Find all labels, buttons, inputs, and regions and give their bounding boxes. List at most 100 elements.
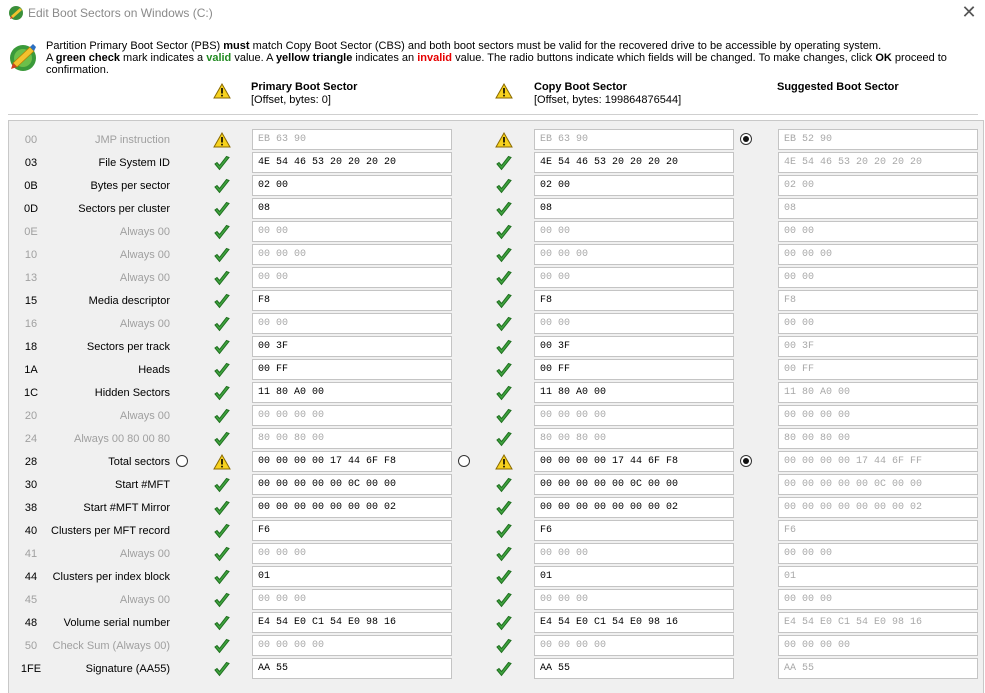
copy-value-field[interactable]: 00 00 00 00 [534, 405, 734, 426]
copy-value-field[interactable]: 00 00 00 00 17 44 6F F8 [534, 451, 734, 472]
primary-value-field[interactable]: 00 00 00 00 [252, 635, 452, 656]
copy-value-field[interactable]: F6 [534, 520, 734, 541]
copy-value-field[interactable]: 11 80 A0 00 [534, 382, 734, 403]
copy-value-field[interactable]: 00 00 [534, 313, 734, 334]
suggested-value-field: 00 FF [778, 359, 978, 380]
check-icon [495, 523, 513, 540]
suggested-value-field: 00 00 00 00 [778, 635, 978, 656]
check-icon [495, 408, 513, 425]
primary-value-field[interactable]: EB 63 90 [252, 129, 452, 150]
primary-offset: [Offset, bytes: 0] [251, 94, 331, 106]
copy-value-field[interactable]: 02 00 [534, 175, 734, 196]
check-icon [495, 270, 513, 287]
table-row: 1C Hidden Sectors 11 80 A0 00 11 80 A0 00 11… [0, 382, 985, 405]
copy-value-field[interactable]: 00 00 00 [534, 589, 734, 610]
table-row: 1A Heads 00 FF 00 FF 00 FF [0, 359, 985, 382]
primary-value-field[interactable]: 00 00 00 00 00 0C 00 00 [252, 474, 452, 495]
row-label: Hidden Sectors [94, 387, 170, 399]
primary-value-field[interactable]: 00 00 00 [252, 543, 452, 564]
check-icon [213, 178, 231, 195]
copy-title: Copy Boot Sector [534, 81, 627, 93]
primary-value-field[interactable]: F8 [252, 290, 452, 311]
table-row: 44 Clusters per index block 01 01 01 [0, 566, 985, 589]
suggested-title: Suggested Boot Sector [777, 81, 899, 93]
instructions-text: Partition Primary Boot Sector (PBS) must… [46, 40, 947, 76]
check-icon [213, 385, 231, 402]
row-label: Clusters per index block [52, 571, 170, 583]
copy-value-field[interactable]: 00 00 00 00 00 0C 00 00 [534, 474, 734, 495]
copy-radio[interactable] [458, 455, 470, 467]
copy-value-field[interactable]: 01 [534, 566, 734, 587]
suggested-value-field: 02 00 [778, 175, 978, 196]
table-row: 48 Volume serial number E4 54 E0 C1 54 E0 … [0, 612, 985, 635]
copy-value-field[interactable]: EB 63 90 [534, 129, 734, 150]
row-label: Check Sum (Always 00) [52, 640, 170, 652]
row-offset: 50 [24, 640, 38, 652]
primary-value-field[interactable]: 80 00 80 00 [252, 428, 452, 449]
primary-radio[interactable] [176, 455, 188, 467]
copy-value-field[interactable]: 80 00 80 00 [534, 428, 734, 449]
primary-value-field[interactable]: 00 FF [252, 359, 452, 380]
warning-icon [495, 131, 513, 149]
table-row: 13 Always 00 00 00 00 00 00 00 [0, 267, 985, 290]
primary-value-field[interactable]: 4E 54 46 53 20 20 20 20 [252, 152, 452, 173]
primary-value-field[interactable]: AA 55 [252, 658, 452, 679]
copy-value-field[interactable]: 00 00 00 00 00 00 00 02 [534, 497, 734, 518]
row-offset: 00 [24, 134, 38, 146]
copy-value-field[interactable]: AA 55 [534, 658, 734, 679]
check-icon [495, 178, 513, 195]
primary-value-field[interactable]: 00 00 00 00 00 00 00 02 [252, 497, 452, 518]
primary-value-field[interactable]: 01 [252, 566, 452, 587]
row-offset: 1A [24, 364, 38, 376]
table-row: 28 Total sectors 00 00 00 00 17 44 6F F8 00… [0, 451, 985, 474]
row-label: Bytes per sector [90, 180, 170, 192]
copy-value-field[interactable]: 00 00 00 [534, 244, 734, 265]
copy-value-field[interactable]: 00 00 [534, 267, 734, 288]
copy-value-field[interactable]: 00 FF [534, 359, 734, 380]
copy-value-field[interactable]: 00 3F [534, 336, 734, 357]
primary-value-field[interactable]: 00 00 00 00 17 44 6F F8 [252, 451, 452, 472]
row-offset: 1FE [20, 663, 42, 675]
check-icon [213, 270, 231, 287]
row-offset: 38 [24, 502, 38, 514]
table-row: 0E Always 00 00 00 00 00 00 00 [0, 221, 985, 244]
check-icon [495, 431, 513, 448]
row-label: Always 00 [119, 249, 170, 261]
primary-value-field[interactable]: 08 [252, 198, 452, 219]
primary-value-field[interactable]: 00 00 [252, 313, 452, 334]
copy-value-field[interactable]: 00 00 00 00 [534, 635, 734, 656]
primary-value-field[interactable]: E4 54 E0 C1 54 E0 98 16 [252, 612, 452, 633]
primary-value-field[interactable]: 00 00 00 [252, 244, 452, 265]
row-offset: 0D [23, 203, 39, 215]
primary-value-field[interactable]: 02 00 [252, 175, 452, 196]
primary-value-field[interactable]: 11 80 A0 00 [252, 382, 452, 403]
primary-value-field[interactable]: 00 00 [252, 267, 452, 288]
check-icon [213, 500, 231, 517]
primary-value-field[interactable]: F6 [252, 520, 452, 541]
copy-value-field[interactable]: F8 [534, 290, 734, 311]
copy-value-field[interactable]: 00 00 00 [534, 543, 734, 564]
primary-value-field[interactable]: 00 00 00 00 [252, 405, 452, 426]
copy-value-field[interactable]: 4E 54 46 53 20 20 20 20 [534, 152, 734, 173]
warning-icon [213, 131, 231, 149]
check-icon [495, 592, 513, 609]
check-icon [495, 385, 513, 402]
suggested-radio[interactable] [740, 455, 752, 467]
primary-value-field[interactable]: 00 3F [252, 336, 452, 357]
table-row: 20 Always 00 00 00 00 00 00 00 00 00 00 00 0… [0, 405, 985, 428]
primary-title: Primary Boot Sector [251, 81, 358, 93]
copy-value-field[interactable]: E4 54 E0 C1 54 E0 98 16 [534, 612, 734, 633]
copy-value-field[interactable]: 00 00 [534, 221, 734, 242]
primary-value-field[interactable]: 00 00 00 [252, 589, 452, 610]
primary-value-field[interactable]: 00 00 [252, 221, 452, 242]
table-row: 1FE Signature (AA55) AA 55 AA 55 AA 55 [0, 658, 985, 681]
suggested-value-field: 00 3F [778, 336, 978, 357]
row-offset: 15 [24, 295, 38, 307]
copy-value-field[interactable]: 08 [534, 198, 734, 219]
row-offset: 10 [24, 249, 38, 261]
suggested-value-field: EB 52 90 [778, 129, 978, 150]
check-icon [213, 477, 231, 494]
close-button[interactable]: ✕ [957, 2, 981, 24]
warning-icon [213, 453, 231, 471]
suggested-radio[interactable] [740, 133, 752, 145]
